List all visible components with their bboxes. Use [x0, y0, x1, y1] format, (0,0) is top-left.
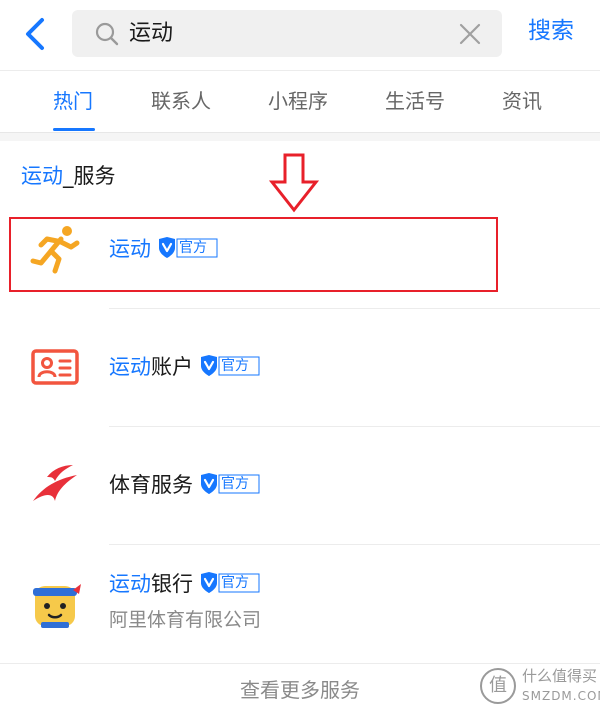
service-item-sports-account[interactable]: 运动账户 官方	[0, 308, 600, 426]
search-query-text[interactable]: 运动	[129, 19, 173, 48]
section-title-rest: _服务	[63, 164, 116, 188]
swoosh-logo-icon	[33, 465, 77, 501]
section-gap	[0, 132, 600, 141]
official-badge-text: 官方	[221, 575, 249, 591]
active-tab-indicator	[53, 128, 95, 131]
search-input[interactable]: 运动	[72, 10, 502, 57]
service-name: 体育服务 官方	[109, 470, 261, 500]
watermark-en-text: SMZDM.COM	[522, 689, 600, 703]
search-header: 运动 搜索	[0, 0, 600, 70]
tab-news[interactable]: 资讯	[502, 86, 542, 116]
headband-mascot-icon	[33, 584, 81, 628]
tab-contacts[interactable]: 联系人	[151, 86, 211, 116]
close-icon[interactable]	[458, 22, 482, 46]
service-name: 运动账户 官方	[109, 352, 261, 382]
search-icon	[95, 22, 119, 46]
watermark-cn-text: 什么值得买	[522, 667, 598, 685]
id-card-icon	[31, 349, 79, 385]
service-item-sports-services[interactable]: 体育服务 官方	[0, 426, 600, 544]
chevron-left-icon	[26, 18, 44, 50]
name-highlight: 运动	[109, 572, 151, 596]
official-badge-text: 官方	[221, 358, 249, 374]
service-subtitle: 阿里体育有限公司	[109, 609, 262, 631]
back-button[interactable]	[18, 14, 54, 54]
watermark-logo: 值	[480, 668, 516, 704]
official-badge: 官方	[199, 472, 261, 496]
name-rest: 体育服务	[109, 473, 193, 497]
service-item-sports-bank[interactable]: 运动银行 官方 阿里体育有限公司	[0, 544, 600, 662]
search-button[interactable]: 搜索	[528, 15, 574, 47]
watermark: 值 什么值得买 SMZDM.COM	[480, 664, 600, 714]
tab-hot[interactable]: 热门	[53, 86, 93, 116]
highlight-annotation-box	[9, 217, 498, 292]
tab-bar: 热门 联系人 小程序 生活号 资讯	[0, 70, 600, 132]
official-badge: 官方	[199, 571, 261, 595]
section-title-highlight: 运动	[21, 164, 63, 188]
view-more-label[interactable]: 查看更多服务	[240, 676, 360, 704]
name-rest: 银行	[151, 572, 193, 596]
service-name: 运动银行 官方	[109, 569, 261, 599]
tab-mini-programs[interactable]: 小程序	[268, 86, 328, 116]
name-highlight: 运动	[109, 355, 151, 379]
section-title: 运动_服务	[21, 161, 116, 191]
name-rest: 账户	[151, 355, 193, 379]
official-badge: 官方	[199, 354, 261, 378]
official-badge-text: 官方	[221, 476, 249, 492]
tab-life-accounts[interactable]: 生活号	[385, 86, 445, 116]
